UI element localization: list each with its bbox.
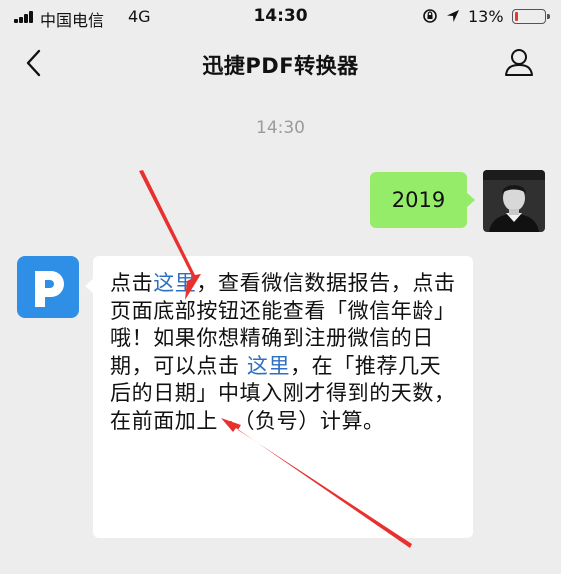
- message-text: 点击: [110, 271, 154, 295]
- battery-percent: 13%: [468, 7, 504, 26]
- page-title: 迅捷PDF转换器: [202, 54, 359, 78]
- nav-bar: 迅捷PDF转换器: [0, 34, 561, 94]
- incoming-message: 点击这里，查看微信数据报告，点击页面底部按钮还能查看「微信年龄」哦！如果你想精确…: [85, 256, 473, 538]
- message-link[interactable]: 这里: [247, 354, 290, 378]
- status-bar: 中国电信 4G 14:30 13%: [0, 0, 561, 34]
- rotation-lock-icon: [423, 9, 437, 23]
- user-icon[interactable]: [503, 46, 535, 78]
- battery-icon: [512, 9, 550, 24]
- app-logo[interactable]: [17, 256, 79, 318]
- message-link[interactable]: 这里: [153, 271, 196, 295]
- avatar[interactable]: [483, 170, 545, 232]
- message-timestamp: 14:30: [256, 118, 305, 138]
- outgoing-message[interactable]: 2019: [370, 172, 475, 228]
- location-icon: [447, 10, 459, 22]
